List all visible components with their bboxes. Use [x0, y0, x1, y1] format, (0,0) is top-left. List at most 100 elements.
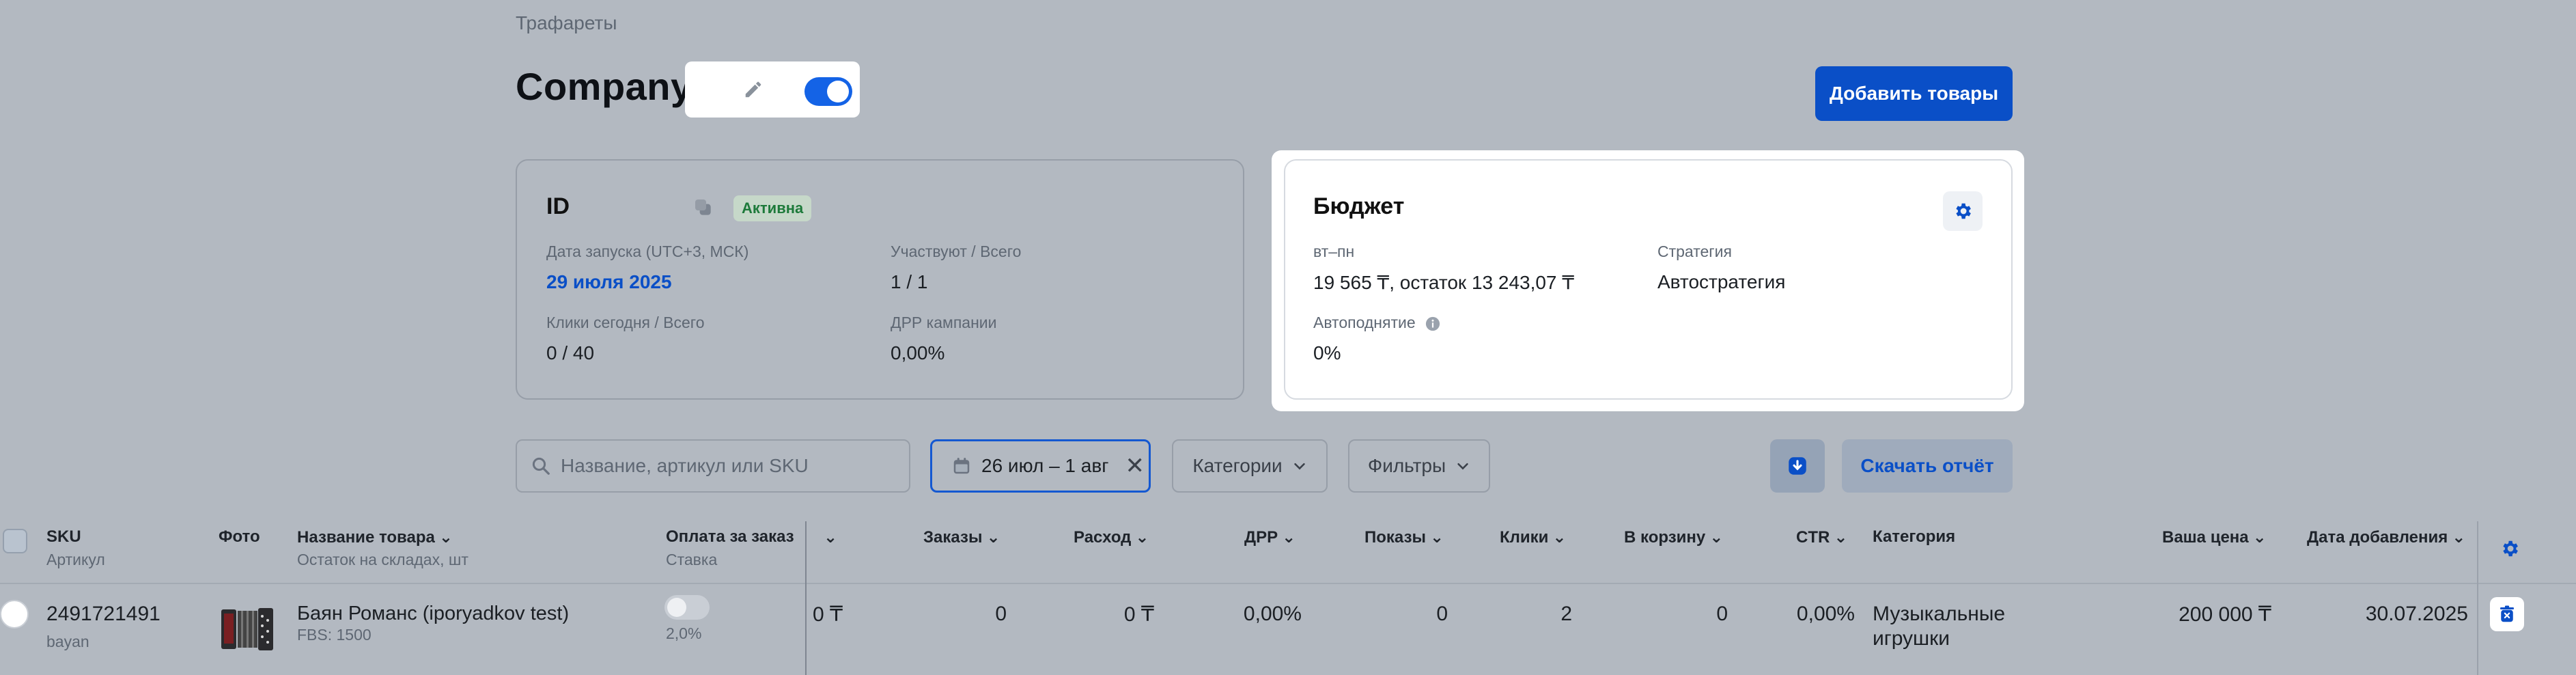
col-orders[interactable]: Заказы ⌄ — [923, 527, 1000, 547]
trash-icon — [2500, 605, 2514, 622]
launch-date-label: Дата запуска (UTC+3, МСК) — [546, 243, 749, 260]
clicks-label: Клики сегодня / Всего — [546, 314, 705, 331]
budget-period-label: вт–пн — [1313, 243, 1355, 260]
download-button[interactable] — [1770, 439, 1825, 493]
row-ctr: 0,00% — [1796, 603, 1855, 625]
search-field[interactable]: Название, артикул или SKU — [516, 439, 910, 493]
row-drr: 0,00% — [1243, 603, 1302, 625]
search-icon — [532, 457, 550, 475]
categories-label: Категории — [1192, 455, 1283, 476]
col-spend-label: Расход — [1074, 528, 1132, 547]
col-date-added[interactable]: Дата добавления ⌄ — [2307, 527, 2465, 547]
download-icon — [1789, 457, 1806, 475]
add-products-button[interactable]: Добавить товары — [1815, 66, 2013, 121]
download-report-button[interactable]: Скачать отчёт — [1842, 439, 2013, 493]
filters-label: Фильтры — [1367, 455, 1446, 476]
gear-icon — [1956, 203, 1971, 219]
edit-pencil-icon[interactable] — [738, 74, 769, 105]
categories-dropdown[interactable]: Категории — [1172, 439, 1328, 493]
budget-settings-button[interactable] — [1943, 191, 1983, 231]
row-category-line1: Музыкальные — [1873, 603, 2006, 625]
col-category: Категория — [1873, 527, 1956, 546]
calendar-icon — [953, 458, 970, 474]
row-stock: FBS: 1500 — [297, 626, 372, 644]
row-hidden-col: 0 ₸ — [813, 603, 843, 626]
status-badge: Активна — [733, 195, 812, 221]
strategy-label: Стратегия — [1657, 243, 1732, 260]
chevron-down-icon: ⌄ — [1834, 528, 1848, 547]
chevron-down-icon: ⌄ — [1430, 528, 1444, 547]
col-price-label: Ваша цена — [2162, 528, 2249, 547]
table-settings-button[interactable] — [2498, 537, 2521, 560]
delete-row-button[interactable] — [2490, 597, 2524, 631]
date-range-picker[interactable]: 26 июл – 1 авг ✕ — [930, 439, 1151, 493]
row-select-checkbox[interactable] — [0, 600, 29, 629]
info-icon[interactable] — [1425, 316, 1441, 332]
col-views[interactable]: Показы ⌄ — [1364, 527, 1444, 547]
order-payment-toggle[interactable] — [664, 595, 710, 620]
row-bid: 2,0% — [666, 624, 702, 642]
chevron-down-icon: ⌄ — [1282, 528, 1296, 547]
copy-icon[interactable] — [692, 196, 715, 219]
row-price[interactable]: 200 000 ₸ — [2131, 603, 2271, 626]
launch-date-value[interactable]: 29 июля 2025 — [546, 271, 672, 293]
actions-column-divider — [2477, 521, 2478, 675]
strategy-value: Автостратегия — [1657, 271, 1786, 292]
select-all-checkbox[interactable] — [3, 529, 27, 553]
campaign-active-toggle[interactable] — [804, 77, 852, 106]
budget-period-value: 19 565 ₸, остаток 13 243,07 ₸ — [1313, 272, 1575, 293]
col-cart[interactable]: В корзину ⌄ — [1624, 527, 1723, 547]
col-hidden-chevron[interactable]: ⌄ — [820, 527, 837, 547]
col-price[interactable]: Ваша цена ⌄ — [2162, 527, 2267, 547]
col-sku-sub: Артикул — [46, 551, 105, 568]
clear-date-icon[interactable]: ✕ — [1125, 452, 1145, 480]
id-card-title: ID — [546, 193, 570, 219]
autoraise-value: 0% — [1313, 342, 1341, 363]
participants-value: 1 / 1 — [891, 271, 928, 292]
chevron-down-icon: ⌄ — [824, 528, 838, 547]
col-photo: Фото — [219, 527, 260, 546]
breadcrumb[interactable]: Трафареты — [516, 12, 617, 34]
col-orders-label: Заказы — [923, 528, 983, 547]
chevron-down-icon: ⌄ — [2452, 528, 2466, 547]
row-views: 0 — [1436, 603, 1448, 625]
col-clicks-label: Клики — [1500, 528, 1549, 547]
row-sku[interactable]: 2491721491 — [46, 603, 160, 626]
col-date-added-label: Дата добавления — [2307, 528, 2448, 547]
col-drr-label: ДРР — [1244, 528, 1278, 547]
col-clicks[interactable]: Клики ⌄ — [1500, 527, 1567, 547]
row-date-added: 30.07.2025 — [2365, 603, 2468, 625]
col-ctr[interactable]: CTR ⌄ — [1796, 527, 1847, 547]
col-name[interactable]: Название товара ⌄ — [297, 527, 453, 547]
col-drr[interactable]: ДРР ⌄ — [1244, 527, 1296, 547]
filters-dropdown[interactable]: Фильтры — [1348, 439, 1490, 493]
clicks-value: 0 / 40 — [546, 342, 595, 363]
participants-label: Участвуют / Всего — [891, 243, 1022, 260]
row-article: bayan — [46, 633, 89, 650]
col-pay[interactable]: Оплата за заказ — [666, 527, 794, 547]
row-spend: 0 ₸ — [1123, 603, 1154, 626]
col-cart-label: В корзину — [1624, 528, 1706, 547]
row-orders: 0 — [995, 603, 1007, 625]
chevron-down-icon — [1293, 463, 1305, 470]
drr-value: 0,00% — [891, 342, 945, 363]
sticky-column-divider — [805, 521, 807, 675]
row-cart: 0 — [1716, 603, 1728, 625]
product-photo[interactable] — [217, 603, 277, 655]
col-sku[interactable]: SKU — [46, 527, 81, 547]
drr-label: ДРР кампании — [891, 314, 997, 331]
search-placeholder: Название, артикул или SKU — [561, 455, 809, 476]
col-spend[interactable]: Расход ⌄ — [1074, 527, 1149, 547]
row-category-line2: игрушки — [1873, 627, 1950, 650]
chevron-down-icon: ⌄ — [986, 528, 1000, 547]
chevron-down-icon — [1457, 463, 1468, 470]
col-name-sub: Остаток на складах, шт — [297, 551, 468, 568]
chevron-down-icon: ⌄ — [438, 528, 453, 547]
row-product-name[interactable]: Баян Романс (iporyadkov test) — [297, 603, 569, 625]
autoraise-label: Автоподнятие — [1313, 314, 1416, 331]
gear-icon — [2503, 540, 2518, 557]
col-ctr-label: CTR — [1796, 528, 1830, 547]
col-name-label: Название товара — [297, 528, 435, 547]
col-pay-sub: Ставка — [666, 551, 718, 568]
row-clicks: 2 — [1560, 603, 1572, 625]
